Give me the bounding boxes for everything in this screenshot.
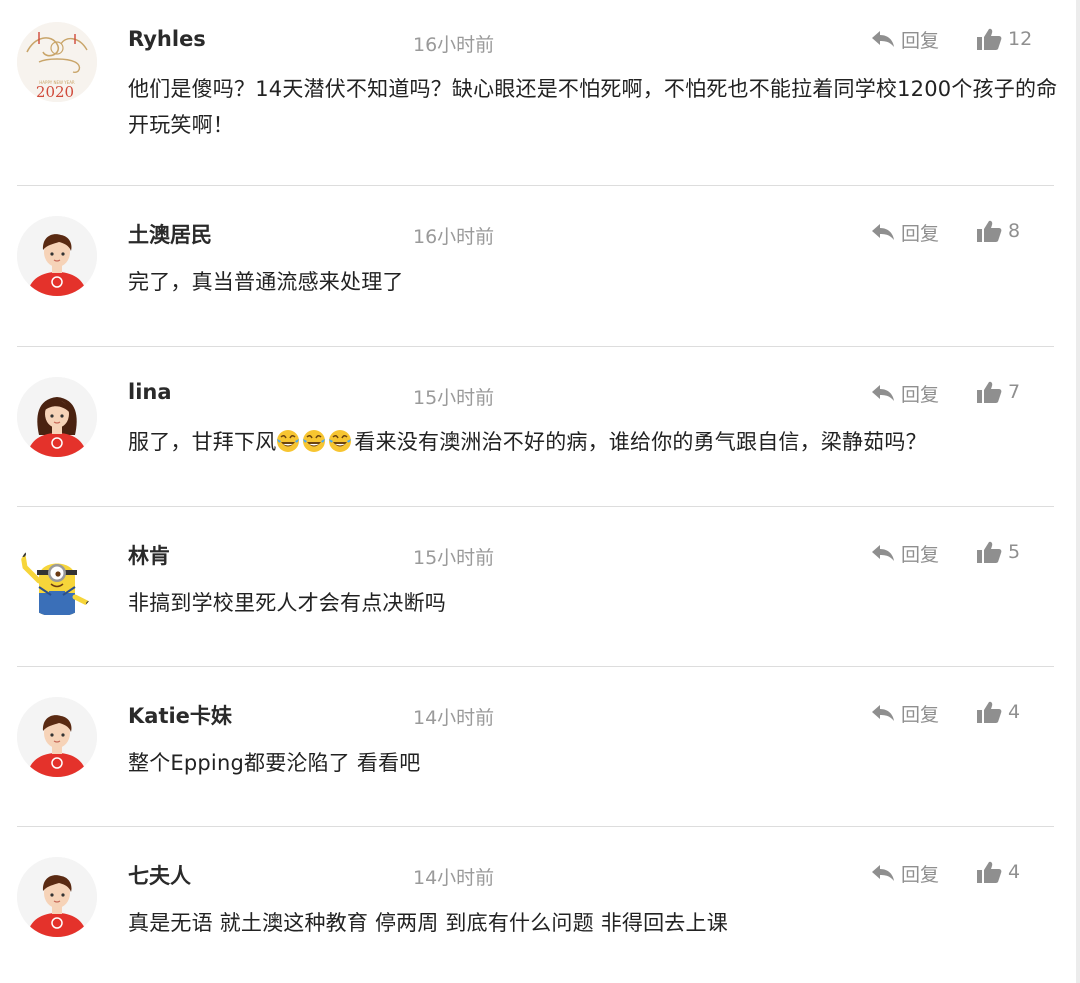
comment-item: Katie卡妹 14小时前 回复 4 整个Epping都要沦陷了 看看吧 <box>0 667 1080 827</box>
reply-button[interactable]: 回复 <box>871 699 939 727</box>
like-count: 8 <box>1008 220 1021 242</box>
username[interactable]: 土澳居民 <box>128 219 212 249</box>
comment-text: 服了，甘拜下风 看来没有澳洲治不好的病，谁给你的勇气跟自信，梁静茹吗？ <box>128 424 1063 460</box>
reply-button[interactable]: 回复 <box>871 25 939 53</box>
reply-label: 回复 <box>901 703 940 726</box>
reply-button[interactable]: 回复 <box>871 379 939 407</box>
like-button[interactable]: 4 <box>976 698 1020 726</box>
like-count: 7 <box>1008 381 1021 403</box>
like-count: 4 <box>1008 861 1021 883</box>
timestamp: 16小时前 <box>413 226 495 248</box>
default-boy-avatar-icon <box>17 857 97 937</box>
like-button[interactable]: 5 <box>976 538 1020 566</box>
avatar[interactable] <box>17 216 97 296</box>
comment-item: lina 15小时前 回复 7 服了，甘拜下风 看来没有澳洲治不好的病，谁给你的勇… <box>0 347 1080 507</box>
reply-button[interactable]: 回复 <box>871 859 939 887</box>
reply-arrow-icon <box>872 31 894 47</box>
avatar-year: 2020 <box>36 83 74 101</box>
reply-arrow-icon <box>872 224 894 240</box>
reply-label: 回复 <box>901 222 940 245</box>
tears-of-joy-emoji-icon <box>329 430 352 452</box>
thumbs-up-icon <box>977 701 1002 723</box>
comment-text: 非搞到学校里死人才会有点决断吗 <box>128 591 446 615</box>
comment-text: 他们是傻吗？14天潜伏不知道吗？缺心眼还是不怕死啊，不怕死也不能拉着同学校120… <box>128 77 1058 137</box>
minion-avatar-icon <box>17 537 97 617</box>
comment-text-start: 服了，甘拜下风 <box>128 430 277 454</box>
reply-arrow-icon <box>872 865 894 881</box>
timestamp: 15小时前 <box>413 547 495 569</box>
avatar[interactable] <box>17 377 97 457</box>
reply-label: 回复 <box>901 543 940 566</box>
new-year-2020-avatar-icon: HAPPY NEW YEAR 2020 <box>17 22 97 102</box>
username[interactable]: Katie卡妹 <box>128 700 232 730</box>
reply-arrow-icon <box>872 705 894 721</box>
default-girl-avatar-icon <box>17 377 97 457</box>
timestamp: 15小时前 <box>413 387 495 409</box>
thumbs-up-icon <box>977 28 1002 50</box>
avatar[interactable] <box>17 857 97 937</box>
like-button[interactable]: 8 <box>976 217 1020 245</box>
reply-arrow-icon <box>872 545 894 561</box>
comment-text: 整个Epping都要沦陷了 看看吧 <box>128 751 421 775</box>
like-count: 5 <box>1008 541 1021 563</box>
thumbs-up-icon <box>977 861 1002 883</box>
avatar[interactable] <box>17 537 97 617</box>
username[interactable]: Ryhles <box>128 27 206 51</box>
like-button[interactable]: 7 <box>976 378 1020 406</box>
like-count: 12 <box>1008 28 1033 50</box>
comment-item: HAPPY NEW YEAR 2020 Ryhles 16小时前 回复 12 他… <box>0 0 1080 186</box>
like-count: 4 <box>1008 701 1021 723</box>
username[interactable]: lina <box>128 380 172 404</box>
comment-item: 林肯 15小时前 回复 5 非搞到学校里死人才会有点决断吗 <box>0 507 1080 667</box>
comment-text: 完了，真当普通流感来处理了 <box>128 270 404 294</box>
default-boy-avatar-icon <box>17 216 97 296</box>
thumbs-up-icon <box>977 381 1002 403</box>
tears-of-joy-emoji-icon <box>277 430 300 452</box>
comment-list: HAPPY NEW YEAR 2020 Ryhles 16小时前 回复 12 他… <box>0 0 1080 983</box>
thumbs-up-icon <box>977 541 1002 563</box>
reply-label: 回复 <box>901 383 940 406</box>
username[interactable]: 林肯 <box>128 540 170 570</box>
avatar[interactable]: HAPPY NEW YEAR 2020 <box>17 22 97 102</box>
timestamp: 16小时前 <box>413 34 495 56</box>
avatar[interactable] <box>17 697 97 777</box>
timestamp: 14小时前 <box>413 867 495 889</box>
comment-item: 土澳居民 16小时前 回复 8 完了，真当普通流感来处理了 <box>0 186 1080 346</box>
reply-button[interactable]: 回复 <box>871 539 939 567</box>
scrollbar-track[interactable] <box>1076 0 1080 983</box>
reply-label: 回复 <box>901 29 940 52</box>
thumbs-up-icon <box>977 220 1002 242</box>
comment-text: 真是无语 就土澳这种教育 停两周 到底有什么问题 非得回去上课 <box>128 911 728 935</box>
timestamp: 14小时前 <box>413 707 495 729</box>
tears-of-joy-emoji-icon <box>303 430 326 452</box>
comment-item: 七夫人 14小时前 回复 4 真是无语 就土澳这种教育 停两周 到底有什么问题 … <box>0 827 1080 983</box>
default-boy-avatar-icon <box>17 697 97 777</box>
comment-text-end: 看来没有澳洲治不好的病，谁给你的勇气跟自信，梁静茹吗？ <box>354 430 927 454</box>
username[interactable]: 七夫人 <box>128 860 191 890</box>
reply-arrow-icon <box>872 385 894 401</box>
like-button[interactable]: 4 <box>976 858 1020 886</box>
reply-label: 回复 <box>901 863 940 886</box>
reply-button[interactable]: 回复 <box>871 218 939 246</box>
like-button[interactable]: 12 <box>976 25 1032 53</box>
